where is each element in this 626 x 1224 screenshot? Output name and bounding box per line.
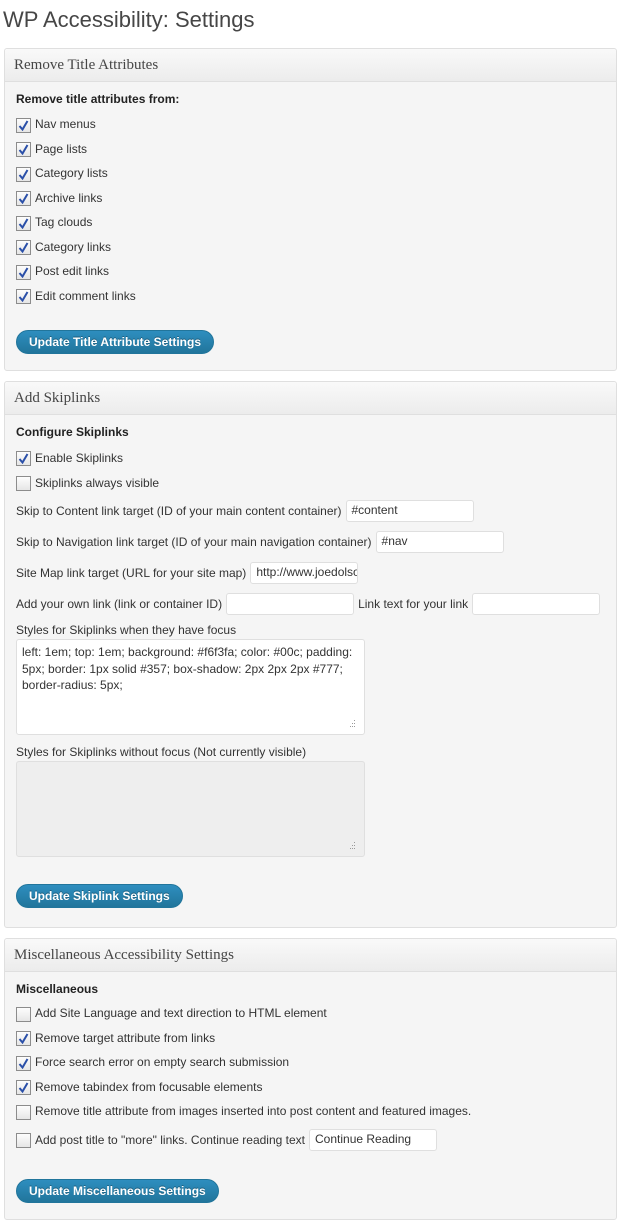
own-link-label: Add your own link (link or container ID) [16,596,223,611]
option-remove-target-attribute-from-links: Remove target attribute from links [16,1026,605,1051]
checkbox[interactable] [16,117,31,133]
own-link-row: Add your own link (link or container ID)… [16,588,605,619]
option-page-lists: Page lists [16,137,605,162]
checkmark-icon [18,1058,29,1069]
checkbox[interactable] [16,451,31,466]
checkmark-icon [18,144,29,156]
panel-heading: Add Skiplinks [5,382,616,415]
checkbox-label[interactable]: Nav menus [35,117,96,131]
sitemap-target-input[interactable]: http://www.joedolson.c [250,561,359,584]
update-miscellaneous-settings-button[interactable]: Update Miscellaneous Settings [16,1178,219,1203]
sitemap-target-label: Site Map link target (URL for your site … [16,565,247,580]
panel-heading: Miscellaneous Accessibility Settings [5,939,616,972]
checkbox[interactable] [16,166,31,182]
option-post-edit-links: Post edit links [16,259,605,284]
checkmark-icon [18,169,29,180]
checkbox[interactable] [16,1104,31,1120]
option-remove-tabindex-from-focusable-elements: Remove tabindex from focusable elements [16,1075,605,1100]
checkbox-label[interactable]: Add Site Language and text direction to … [35,1006,327,1020]
checkbox-label[interactable]: Post edit links [35,264,109,278]
checkmark-icon [18,1082,29,1094]
checkbox[interactable] [16,1133,31,1148]
panel-heading: Remove Title Attributes [5,49,616,82]
checkbox[interactable] [16,215,31,231]
checkbox[interactable] [16,1031,31,1047]
resize-grip-icon[interactable] [347,719,356,728]
checkbox-label[interactable]: Page lists [35,142,87,156]
option-force-search-error-on-empty-search-submi: Force search error on empty search submi… [16,1050,605,1075]
miscellaneous-options: Add Site Language and text direction to … [16,1001,605,1156]
focus-styles-textarea[interactable]: left: 1em; top: 1em; background: #f6f3fa… [16,639,365,735]
section-subheading: Configure Skiplinks [16,425,129,439]
own-link-text-input[interactable] [472,592,601,615]
add-skiplinks-panel: Add Skiplinks Configure Skiplinks Enable… [4,381,617,928]
checkmark-icon [18,193,29,205]
sitemap-target-row: Site Map link target (URL for your site … [16,557,605,588]
option-tag-clouds: Tag clouds [16,210,605,235]
resize-grip-icon[interactable] [347,841,356,850]
option-enable-skiplinks: Enable Skiplinks [16,445,605,470]
content-target-row: Skip to Content link target (ID of your … [16,495,605,526]
checkbox-label[interactable]: Enable Skiplinks [35,451,123,465]
option-remove-title-attribute-from-images-inser: Remove title attribute from images inser… [16,1099,605,1124]
checkmark-icon [18,218,29,229]
checkmark-icon [18,453,29,464]
checkmark-icon [18,120,29,131]
checkbox-label[interactable]: Add post title to "more" links. Continue… [35,1133,305,1147]
checkbox-label[interactable]: Skiplinks always visible [35,476,159,490]
nav-target-input[interactable]: #nav [375,530,504,553]
checkbox[interactable] [16,142,31,158]
section-subheading: Miscellaneous [16,982,99,996]
option-edit-comment-links: Edit comment links [16,284,605,309]
checkmark-icon [18,291,29,303]
section-subheading: Remove title attributes from: [16,92,180,106]
checkbox-label[interactable]: Edit comment links [35,289,136,303]
checkmark-icon [18,1033,29,1045]
nav-target-label: Skip to Navigation link target (ID of yo… [16,534,372,549]
option-archive-links: Archive links [16,186,605,211]
nav-target-row: Skip to Navigation link target (ID of yo… [16,526,605,557]
continue-reading-text-input[interactable]: Continue Reading [309,1128,437,1151]
option-add-post-title-to-more-links-continue-re: Add post title to "more" links. Continue… [16,1124,605,1156]
option-nav-menus: Nav menus [16,112,605,137]
checkbox[interactable] [16,264,31,280]
update-skiplink-settings-button[interactable]: Update Skiplink Settings [16,884,183,908]
option-category-links: Category links [16,235,605,260]
checkmark-icon [18,267,29,278]
checkbox-label[interactable]: Remove tabindex from focusable elements [35,1080,262,1094]
checkbox-label[interactable]: Remove target attribute from links [35,1031,215,1045]
option-category-lists: Category lists [16,161,605,186]
own-link-input[interactable] [226,592,355,615]
remove-title-attributes-panel: Remove Title Attributes Remove title att… [4,48,617,371]
checkbox-label[interactable]: Remove title attribute from images inser… [35,1104,471,1118]
focus-styles-value: left: 1em; top: 1em; background: #f6f3fa… [22,645,353,692]
page-title: WP Accessibility: Settings [3,7,255,32]
checkbox[interactable] [16,191,31,207]
focus-styles-label: Styles for Skiplinks when they have focu… [16,623,237,637]
checkbox[interactable] [16,1006,31,1022]
checkbox-label[interactable]: Category lists [35,166,108,180]
unfocus-styles-textarea[interactable] [16,761,365,857]
checkbox[interactable] [16,289,31,305]
miscellaneous-panel: Miscellaneous Accessibility Settings Mis… [4,938,617,1220]
checkbox[interactable] [16,1080,31,1096]
update-title-attribute-settings-button[interactable]: Update Title Attribute Settings [16,330,215,354]
unfocus-styles-label: Styles for Skiplinks without focus (Not … [16,745,307,759]
checkbox[interactable] [16,476,31,491]
checkbox-label[interactable]: Category links [35,240,111,254]
content-target-input[interactable]: #content [345,499,474,522]
checkmark-icon [18,242,29,254]
checkbox-label[interactable]: Force search error on empty search submi… [35,1055,289,1069]
checkbox-label[interactable]: Tag clouds [35,215,92,229]
option-add-site-language-and-text-direction-to-: Add Site Language and text direction to … [16,1001,605,1026]
content-target-label: Skip to Content link target (ID of your … [16,503,342,518]
option-skiplinks-always-visible: Skiplinks always visible [16,470,605,495]
skiplink-options: Enable Skiplinks Skiplinks always visible [16,445,605,495]
checkbox[interactable] [16,1055,31,1071]
own-link-text-label: Link text for your link [358,596,469,611]
checkbox-label[interactable]: Archive links [35,191,102,205]
checkbox[interactable] [16,240,31,256]
title-attribute-options: Nav menus Page lists Category lists Archive… [16,112,605,308]
